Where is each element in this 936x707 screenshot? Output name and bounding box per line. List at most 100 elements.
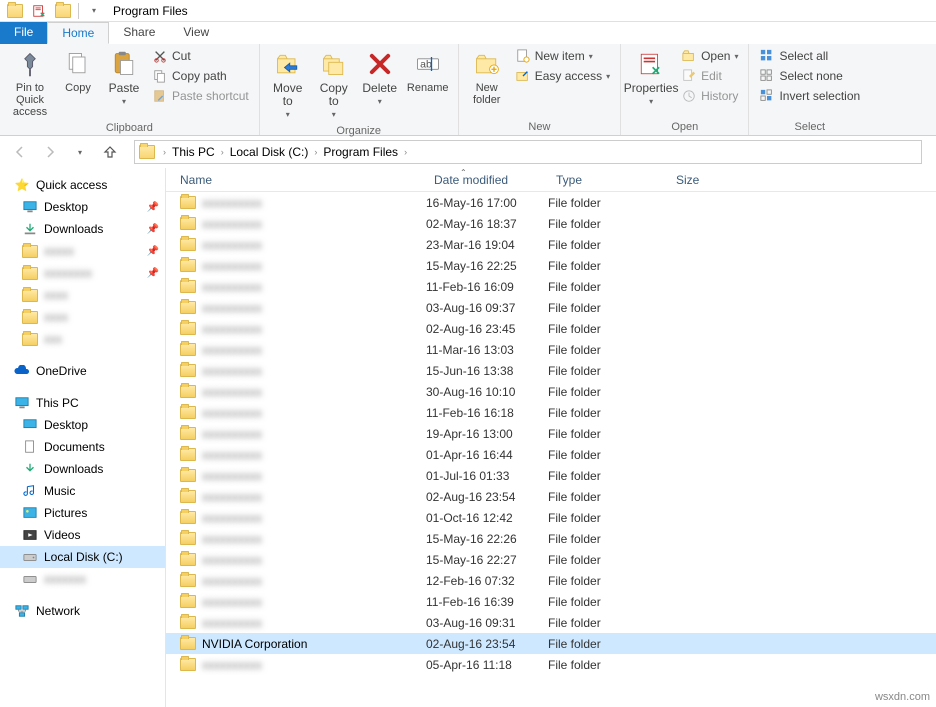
- file-type: File folder: [548, 553, 668, 567]
- sidebar-videos[interactable]: Videos: [0, 524, 165, 546]
- table-row[interactable]: xxxxxxxxxx15-May-16 22:27File folder: [166, 549, 936, 570]
- table-row[interactable]: xxxxxxxxxx15-Jun-16 13:38File folder: [166, 360, 936, 381]
- crumb-this-pc[interactable]: This PC›: [170, 145, 226, 159]
- file-type: File folder: [548, 574, 668, 588]
- file-type: File folder: [548, 448, 668, 462]
- table-row[interactable]: xxxxxxxxxx01-Jul-16 01:33File folder: [166, 465, 936, 486]
- sidebar-quick-access[interactable]: ⭐Quick access: [0, 174, 165, 196]
- sidebar-blur6[interactable]: xxxxxxx: [0, 568, 165, 590]
- onedrive-icon: [14, 363, 30, 379]
- history-button[interactable]: History: [677, 86, 742, 106]
- sidebar-blur5[interactable]: xxx: [0, 328, 165, 350]
- file-type: File folder: [548, 385, 668, 399]
- nav-recent-button[interactable]: ▾: [68, 140, 92, 164]
- copy-button[interactable]: Copy: [56, 46, 100, 96]
- videos-icon: [22, 527, 38, 543]
- file-date: 02-Aug-16 23:54: [426, 490, 548, 504]
- select-none-button[interactable]: Select none: [755, 66, 864, 86]
- titlebar: ▾ Program Files: [0, 0, 936, 22]
- col-type[interactable]: Type: [548, 173, 668, 187]
- col-size[interactable]: Size: [668, 173, 748, 187]
- sidebar-blur4[interactable]: xxxx: [0, 306, 165, 328]
- sidebar-downloads2[interactable]: Downloads: [0, 458, 165, 480]
- file-type: File folder: [548, 511, 668, 525]
- qat-properties-icon[interactable]: [28, 1, 50, 21]
- tab-home[interactable]: Home: [47, 22, 109, 44]
- table-row[interactable]: xxxxxxxxxx12-Feb-16 07:32File folder: [166, 570, 936, 591]
- sidebar-desktop[interactable]: Desktop📌: [0, 196, 165, 218]
- new-item-button[interactable]: New item ▾: [511, 46, 614, 66]
- table-row[interactable]: xxxxxxxxxx03-Aug-16 09:31File folder: [166, 612, 936, 633]
- table-row[interactable]: xxxxxxxxxx30-Aug-16 10:10File folder: [166, 381, 936, 402]
- tab-file[interactable]: File: [0, 22, 47, 44]
- folder-icon: [180, 427, 196, 440]
- nav-forward-button[interactable]: [38, 140, 62, 164]
- move-to-button[interactable]: Move to▾: [266, 46, 310, 123]
- properties-icon: [635, 48, 667, 80]
- paste-shortcut-button[interactable]: Paste shortcut: [148, 86, 253, 106]
- sidebar-blur1[interactable]: xxxxx📌: [0, 240, 165, 262]
- sidebar-downloads[interactable]: Downloads📌: [0, 218, 165, 240]
- address-bar[interactable]: › This PC› Local Disk (C:)› Program File…: [134, 140, 922, 164]
- table-row[interactable]: xxxxxxxxxx11-Mar-16 13:03File folder: [166, 339, 936, 360]
- sidebar-documents[interactable]: Documents: [0, 436, 165, 458]
- tab-share[interactable]: Share: [109, 22, 169, 44]
- sidebar-blur2[interactable]: xxxxxxxx📌: [0, 262, 165, 284]
- table-row[interactable]: xxxxxxxxxx11-Feb-16 16:09File folder: [166, 276, 936, 297]
- sidebar-pictures[interactable]: Pictures: [0, 502, 165, 524]
- pin-quick-access-button[interactable]: Pin to Quick access: [6, 46, 54, 120]
- file-name: xxxxxxxxxx: [202, 511, 262, 525]
- copy-path-button[interactable]: Copy path: [148, 66, 253, 86]
- table-row[interactable]: xxxxxxxxxx02-May-16 18:37File folder: [166, 213, 936, 234]
- table-row[interactable]: xxxxxxxxxx03-Aug-16 09:37File folder: [166, 297, 936, 318]
- table-row[interactable]: xxxxxxxxxx19-Apr-16 13:00File folder: [166, 423, 936, 444]
- table-row[interactable]: xxxxxxxxxx11-Feb-16 16:18File folder: [166, 402, 936, 423]
- table-row[interactable]: NVIDIA Corporation02-Aug-16 23:54File fo…: [166, 633, 936, 654]
- easy-access-button[interactable]: Easy access ▾: [511, 66, 614, 86]
- table-row[interactable]: xxxxxxxxxx05-Apr-16 11:18File folder: [166, 654, 936, 675]
- sidebar-network[interactable]: Network: [0, 600, 165, 622]
- file-date: 11-Feb-16 16:09: [426, 280, 548, 294]
- col-name[interactable]: Name: [166, 173, 426, 187]
- crumb-local-disk[interactable]: Local Disk (C:)›: [228, 145, 320, 159]
- sidebar-music[interactable]: Music: [0, 480, 165, 502]
- crumb-root[interactable]: ›: [157, 147, 168, 157]
- table-row[interactable]: xxxxxxxxxx15-May-16 22:26File folder: [166, 528, 936, 549]
- sidebar-blur3[interactable]: xxxx: [0, 284, 165, 306]
- star-icon: ⭐: [14, 177, 30, 193]
- new-folder-button[interactable]: New folder: [465, 46, 509, 108]
- table-row[interactable]: xxxxxxxxxx01-Apr-16 16:44File folder: [166, 444, 936, 465]
- table-row[interactable]: xxxxxxxxxx15-May-16 22:25File folder: [166, 255, 936, 276]
- edit-button[interactable]: Edit: [677, 66, 742, 86]
- table-row[interactable]: xxxxxxxxxx02-Aug-16 23:54File folder: [166, 486, 936, 507]
- nav-back-button[interactable]: [8, 140, 32, 164]
- qat-customize-icon[interactable]: ▾: [83, 1, 105, 21]
- delete-button[interactable]: Delete▾: [358, 46, 402, 110]
- tab-view[interactable]: View: [169, 22, 223, 44]
- cut-button[interactable]: Cut: [148, 46, 253, 66]
- select-all-button[interactable]: Select all: [755, 46, 864, 66]
- group-new: New folder New item ▾ Easy access ▾ New: [459, 44, 621, 135]
- sidebar-desktop2[interactable]: Desktop: [0, 414, 165, 436]
- file-type: File folder: [548, 406, 668, 420]
- sidebar-local-disk[interactable]: Local Disk (C:): [0, 546, 165, 568]
- table-row[interactable]: xxxxxxxxxx16-May-16 17:00File folder: [166, 192, 936, 213]
- copy-to-icon: [318, 48, 350, 80]
- rename-button[interactable]: ab Rename: [404, 46, 452, 96]
- sidebar-onedrive[interactable]: OneDrive: [0, 360, 165, 382]
- table-row[interactable]: xxxxxxxxxx02-Aug-16 23:45File folder: [166, 318, 936, 339]
- col-date[interactable]: Date modified: [426, 173, 548, 187]
- copy-to-button[interactable]: Copy to▾: [312, 46, 356, 123]
- properties-button[interactable]: Properties▾: [627, 46, 675, 110]
- file-name: xxxxxxxxxx: [202, 595, 262, 609]
- nav-up-button[interactable]: [98, 140, 122, 164]
- sidebar-this-pc[interactable]: This PC: [0, 392, 165, 414]
- open-button[interactable]: Open ▾: [677, 46, 742, 66]
- paste-button[interactable]: Paste▾: [102, 46, 146, 110]
- table-row[interactable]: xxxxxxxxxx01-Oct-16 12:42File folder: [166, 507, 936, 528]
- qat-new-folder-icon[interactable]: [52, 1, 74, 21]
- table-row[interactable]: xxxxxxxxxx23-Mar-16 19:04File folder: [166, 234, 936, 255]
- table-row[interactable]: xxxxxxxxxx11-Feb-16 16:39File folder: [166, 591, 936, 612]
- crumb-program-files[interactable]: Program Files›: [321, 145, 409, 159]
- invert-selection-button[interactable]: Invert selection: [755, 86, 864, 106]
